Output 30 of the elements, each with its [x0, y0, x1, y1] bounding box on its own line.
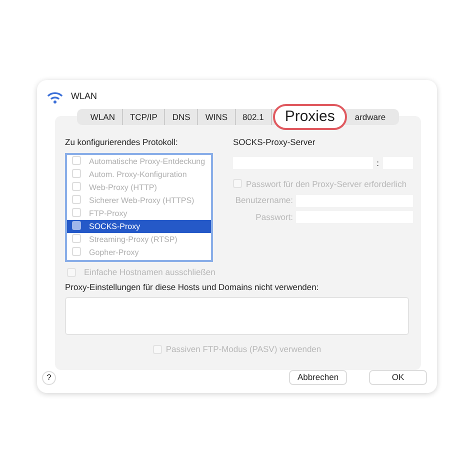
tab[interactable]: ardware	[348, 109, 393, 125]
window-title: WLAN	[71, 90, 98, 104]
separator: :	[376, 156, 379, 170]
checkbox[interactable]	[72, 208, 81, 217]
checkbox[interactable]	[72, 220, 81, 230]
bypass-label: Proxy-Einstellungen für diese Hosts und Domains nicht verwenden:	[65, 280, 320, 294]
bypass-field[interactable]	[65, 297, 409, 336]
tab[interactable]: TCP/IP	[122, 109, 166, 125]
field-label: Passwort:	[254, 211, 293, 224]
tab[interactable]: Proxies	[272, 104, 347, 130]
checkbox-label: Passiven FTP-Modus (PASV) verwenden	[166, 343, 322, 356]
help-button[interactable]: ?	[42, 370, 56, 384]
checkbox[interactable]	[72, 168, 81, 178]
field-label: Benutzername:	[234, 194, 293, 207]
tab[interactable]: WINS	[198, 109, 236, 125]
cancel-button[interactable]: Abbrechen	[289, 370, 347, 385]
ok-button[interactable]: OK	[369, 370, 427, 385]
checkbox[interactable]	[72, 182, 81, 191]
tab[interactable]: 802.1	[236, 109, 272, 125]
checkbox[interactable]	[72, 246, 81, 256]
checkbox-label: Passwort für den Proxy-Server erforderlich	[246, 178, 407, 190]
protocol-item[interactable]: SOCKS-Proxy	[67, 220, 211, 233]
checkbox[interactable]	[72, 234, 81, 243]
checkbox-label: Einfache Hostnamen ausschließen	[84, 266, 216, 278]
checkbox[interactable]	[72, 156, 81, 165]
tab[interactable]: DNS	[165, 109, 198, 125]
server-label: SOCKS-Proxy-Server	[233, 136, 316, 149]
checkbox[interactable]	[72, 194, 81, 204]
tab[interactable]: WLAN	[83, 109, 123, 125]
protocol-label: Zu konfigurierendes Protokoll:	[65, 136, 179, 149]
